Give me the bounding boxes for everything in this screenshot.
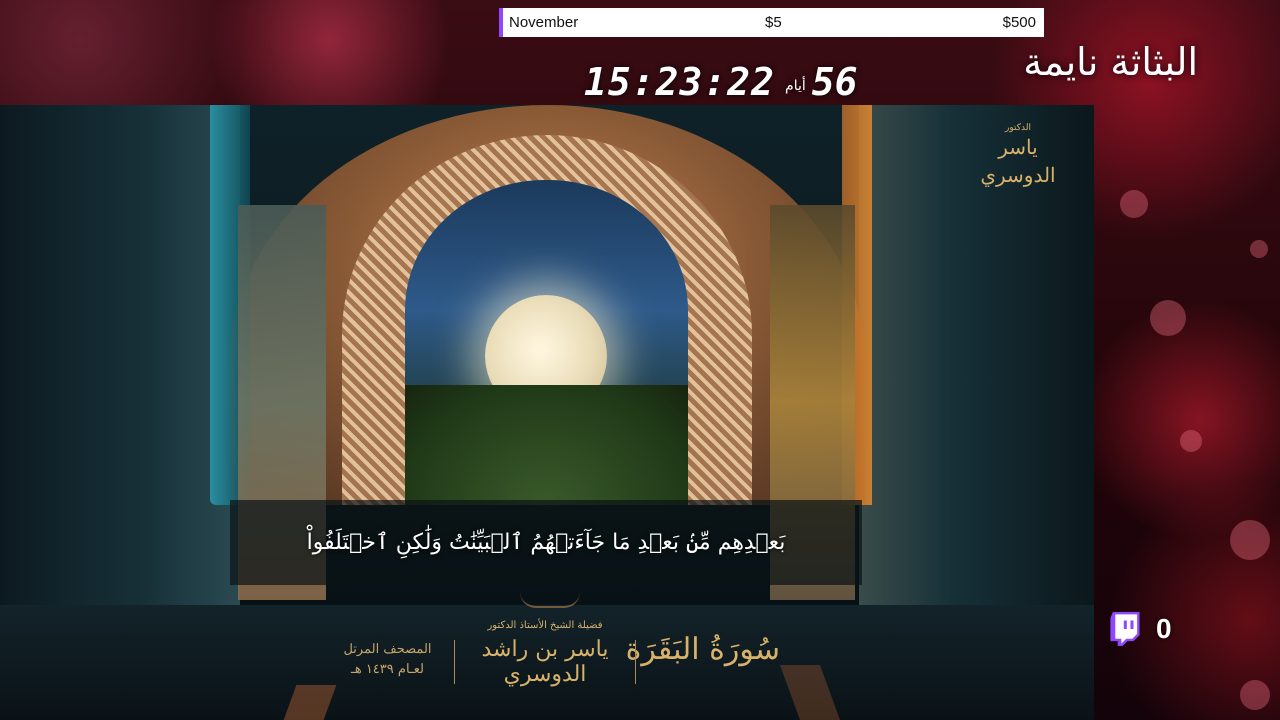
bushes: [405, 385, 688, 505]
goal-current-amount: $5: [765, 14, 782, 31]
stream-title: البثاثة نايمة: [1023, 40, 1198, 84]
bokeh-dot: [1250, 240, 1268, 258]
mushaf-line-2: لعـام ١٤٣٩ هـ: [351, 662, 424, 677]
bokeh-dot: [1150, 300, 1186, 336]
bokeh-dot: [1180, 430, 1202, 452]
goal-month: November: [509, 14, 579, 31]
reciter-name: ياسر بن راشد الدوسري: [481, 637, 609, 687]
countdown-timer: 15:23:22 أيام 56: [584, 48, 858, 104]
countdown-days-label: أيام: [785, 78, 806, 94]
reciter-title: فضيلة الشيخ الأستاذ الدكتور: [487, 620, 603, 631]
countdown-time: 15:23:22: [584, 60, 776, 104]
surah-info-bar: سُورَةُ البَقَرَة فضيلة الشيخ الأستاذ ال…: [330, 610, 790, 690]
sub-goal-bar: November $5 $500: [499, 8, 1044, 37]
reciter-logo-name: ياسر الدوسري: [980, 135, 1056, 187]
reciter-logo-title: الدكتور: [1005, 123, 1031, 133]
divider-ornament: [520, 592, 580, 608]
mushaf-info: المصحف المرتل لعـام ١٤٣٩ هـ: [330, 640, 445, 680]
info-separator: [635, 640, 636, 684]
bokeh-dot: [1240, 680, 1270, 710]
mushaf-line-1: المصحف المرتل: [343, 642, 432, 657]
viewer-count: 0: [1156, 613, 1172, 644]
arch-opening-night-sky: [405, 180, 688, 505]
viewer-counter: 0: [1108, 612, 1172, 646]
surah-name: سُورَةُ البَقَرَة: [625, 632, 780, 667]
reciter-logo: الدكتور ياسر الدوسري: [968, 123, 1068, 193]
bokeh-dot: [1120, 190, 1148, 218]
countdown-days: 56: [811, 60, 858, 104]
quran-verse-text: بَعۡدِهِم مِّنۢ بَعۡدِ مَا جَآءَتۡهُمُ ٱ…: [306, 530, 786, 555]
twitch-icon: [1110, 612, 1140, 646]
video-player[interactable]: بَعۡدِهِم مِّنۢ بَعۡدِ مَا جَآءَتۡهُمُ ٱ…: [0, 105, 1094, 720]
goal-target-amount: $500: [1002, 14, 1036, 31]
bokeh-dot: [1230, 520, 1270, 560]
reciter-block: فضيلة الشيخ الأستاذ الدكتور ياسر بن راشد…: [460, 620, 630, 687]
info-separator: [454, 640, 455, 684]
